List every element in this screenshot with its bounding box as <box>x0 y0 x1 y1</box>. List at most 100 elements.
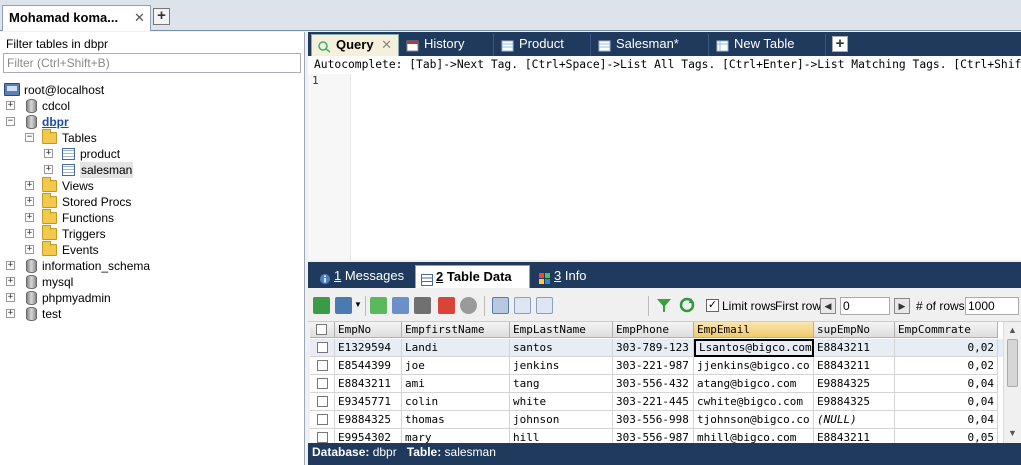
collapse-icon[interactable]: − <box>6 117 15 126</box>
expand-icon[interactable]: + <box>25 197 34 206</box>
cell-commrate[interactable]: 0,04 <box>895 393 998 411</box>
cell-email[interactable]: Lsantos@bigco.com <box>694 339 814 357</box>
cell-email[interactable]: cwhite@bigco.com <box>694 393 814 411</box>
cell-supempno[interactable]: E8843211 <box>814 429 895 443</box>
row-select-cell[interactable] <box>310 429 335 443</box>
cell-supempno[interactable]: E9884325 <box>814 375 895 393</box>
cell-commrate[interactable]: 0,02 <box>895 339 998 357</box>
expand-icon[interactable]: + <box>44 149 53 158</box>
collapse-icon[interactable]: − <box>25 133 34 142</box>
cell-commrate[interactable]: 0,04 <box>895 411 998 429</box>
row-select-cell[interactable] <box>310 357 335 375</box>
expand-icon[interactable]: + <box>25 181 34 190</box>
table-row[interactable]: E8843211 ami tang 303-556-432 atang@bigc… <box>310 375 1003 393</box>
grid-view-icon[interactable] <box>492 297 509 314</box>
add-row-icon[interactable] <box>370 297 387 314</box>
export-icon[interactable] <box>313 297 330 314</box>
first-row-input[interactable] <box>840 297 890 315</box>
row-checkbox[interactable] <box>317 414 328 425</box>
row-checkbox[interactable] <box>317 378 328 389</box>
tab-salesman[interactable]: Salesman* <box>592 34 709 56</box>
limit-rows-checkbox[interactable]: ✓ <box>706 299 719 312</box>
cell-email[interactable]: tjohnson@bigco.co <box>694 411 814 429</box>
cell-firstname[interactable]: colin <box>402 393 510 411</box>
new-query-tab-button[interactable]: + <box>832 36 848 52</box>
table-row[interactable]: E1329594 Landi santos 303-789-123 Lsanto… <box>310 339 1003 357</box>
cell-commrate[interactable]: 0,02 <box>895 357 998 375</box>
scroll-up-icon[interactable]: ▲ <box>1008 325 1017 335</box>
column-header[interactable]: EmpCommrate <box>895 322 998 338</box>
table-row[interactable]: E8544399 joe jenkins 303-221-987 jjenkin… <box>310 357 1003 375</box>
cell-empno[interactable]: E8544399 <box>335 357 402 375</box>
cell-supempno[interactable]: E9884325 <box>814 393 895 411</box>
row-select-cell[interactable] <box>310 411 335 429</box>
expand-icon[interactable]: + <box>6 261 15 270</box>
cell-empno[interactable]: E9884325 <box>335 411 402 429</box>
cell-commrate[interactable]: 0,05 <box>895 429 998 443</box>
column-header[interactable]: EmpEmail <box>694 322 814 338</box>
close-icon[interactable]: ✕ <box>134 10 145 26</box>
cell-lastname[interactable]: jenkins <box>510 357 613 375</box>
rows-count-input[interactable] <box>965 297 1019 315</box>
row-checkbox[interactable] <box>317 396 328 407</box>
column-header[interactable]: EmpLastName <box>510 322 613 338</box>
cell-phone[interactable]: 303-556-432 <box>613 375 694 393</box>
row-checkbox[interactable] <box>317 360 328 371</box>
expand-icon[interactable]: + <box>6 293 15 302</box>
cell-firstname[interactable]: joe <box>402 357 510 375</box>
cell-firstname[interactable]: Landi <box>402 339 510 357</box>
tab-product[interactable]: Product <box>495 34 591 56</box>
scroll-down-icon[interactable]: ▼ <box>1008 428 1017 438</box>
vertical-scrollbar[interactable]: ▲ ▼ <box>1003 322 1020 443</box>
previous-page-button[interactable]: ◀ <box>820 298 836 314</box>
tab-info[interactable]: 3 Info <box>534 265 604 288</box>
cell-email[interactable]: mhill@bigco.com <box>694 429 814 443</box>
cell-empno[interactable]: E9954302 <box>335 429 402 443</box>
cell-supempno[interactable]: (NULL) <box>814 411 895 429</box>
form-view-icon[interactable] <box>514 297 531 314</box>
scrollbar-thumb[interactable] <box>1007 339 1018 387</box>
column-header[interactable]: EmpfirstName <box>402 322 510 338</box>
row-checkbox[interactable] <box>317 432 328 443</box>
query-editor[interactable]: 1 <box>308 74 1021 260</box>
cell-firstname[interactable]: mary <box>402 429 510 443</box>
cell-firstname[interactable]: thomas <box>402 411 510 429</box>
filter-tables-input[interactable] <box>3 53 301 73</box>
chevron-down-icon[interactable]: ▼ <box>354 300 362 309</box>
import-icon[interactable] <box>335 297 352 314</box>
save-icon[interactable] <box>414 297 431 314</box>
cell-phone[interactable]: 303-221-987 <box>613 357 694 375</box>
select-all-checkbox[interactable] <box>316 324 327 335</box>
expand-icon[interactable]: + <box>6 277 15 286</box>
expand-icon[interactable]: + <box>44 165 53 174</box>
cell-phone[interactable]: 303-221-445 <box>613 393 694 411</box>
expand-icon[interactable]: + <box>25 245 34 254</box>
tab-new-table[interactable]: New Table <box>710 34 826 56</box>
table-row[interactable]: E9954302 mary hill 303-556-987 mhill@big… <box>310 429 1003 443</box>
connection-tab[interactable]: Mohamad koma... ✕ <box>2 5 151 31</box>
cell-empno[interactable]: E8843211 <box>335 375 402 393</box>
cell-lastname[interactable]: hill <box>510 429 613 443</box>
text-view-icon[interactable] <box>536 297 553 314</box>
cancel-icon[interactable] <box>460 297 477 314</box>
row-checkbox[interactable] <box>317 342 328 353</box>
column-header[interactable]: EmpPhone <box>613 322 694 338</box>
filter-icon[interactable] <box>656 297 672 316</box>
duplicate-row-icon[interactable] <box>392 297 409 314</box>
cell-supempno[interactable]: E8843211 <box>814 339 895 357</box>
next-page-button[interactable]: ▶ <box>894 298 910 314</box>
cell-email[interactable]: atang@bigco.com <box>694 375 814 393</box>
cell-phone[interactable]: 303-556-987 <box>613 429 694 443</box>
row-select-cell[interactable] <box>310 339 335 357</box>
cell-lastname[interactable]: tang <box>510 375 613 393</box>
cell-phone[interactable]: 303-789-123 <box>613 339 694 357</box>
expand-icon[interactable]: + <box>25 229 34 238</box>
cell-lastname[interactable]: white <box>510 393 613 411</box>
cell-empno[interactable]: E9345771 <box>335 393 402 411</box>
cell-lastname[interactable]: santos <box>510 339 613 357</box>
cell-empno[interactable]: E1329594 <box>335 339 402 357</box>
tab-messages[interactable]: 1 Messages <box>314 265 410 288</box>
row-select-cell[interactable] <box>310 393 335 411</box>
tab-history[interactable]: History <box>400 34 494 56</box>
expand-icon[interactable]: + <box>6 309 15 318</box>
